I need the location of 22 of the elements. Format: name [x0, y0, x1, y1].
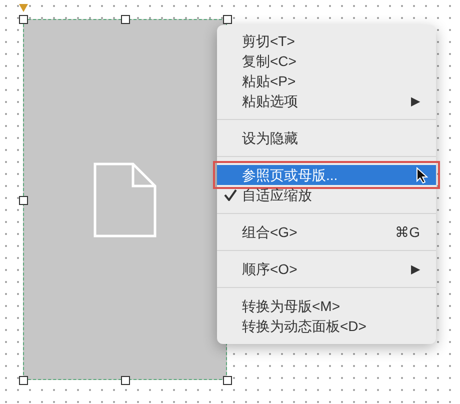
- menu-item[interactable]: 转换为母版<M>: [217, 296, 436, 316]
- menu-item[interactable]: 复制<C>: [217, 51, 436, 71]
- menu-item[interactable]: 粘贴选项 ▶: [217, 91, 436, 111]
- menu-item[interactable]: 自适应缩放: [217, 185, 436, 205]
- menu-item[interactable]: 参照页或母版...: [217, 165, 436, 185]
- resize-handle[interactable]: [223, 376, 232, 385]
- document-icon: [93, 162, 157, 238]
- menu-item[interactable]: 组合<G> ⌘G: [217, 222, 436, 242]
- menu-item[interactable]: 顺序<O> ▶: [217, 259, 436, 279]
- menu-item[interactable]: 粘贴<P>: [217, 71, 436, 91]
- menu-item[interactable]: 设为隐藏: [217, 128, 436, 148]
- checkmark-icon: [224, 189, 237, 201]
- cursor-icon: [416, 167, 428, 184]
- marker-icon: [19, 4, 28, 12]
- menu-item[interactable]: 转换为动态面板<D>: [217, 316, 436, 336]
- resize-handle[interactable]: [19, 196, 28, 205]
- resize-handle[interactable]: [121, 15, 130, 24]
- resize-handle[interactable]: [19, 376, 28, 385]
- resize-handle[interactable]: [121, 376, 130, 385]
- resize-handle[interactable]: [223, 15, 232, 24]
- resize-handle[interactable]: [19, 15, 28, 24]
- menu-item[interactable]: 剪切<T>: [217, 31, 436, 51]
